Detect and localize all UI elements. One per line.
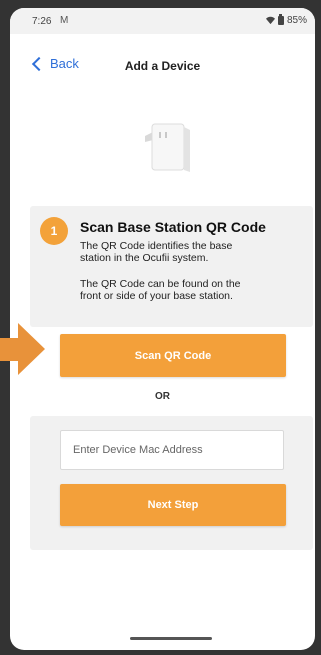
- step-description-line: The QR Code can be found on the: [80, 278, 241, 290]
- or-divider: OR: [155, 391, 170, 402]
- step-number-badge: 1: [40, 217, 68, 245]
- status-bar: 7:26 M 85%: [10, 8, 315, 34]
- step-card: 1 Scan Base Station QR Code The QR Code …: [30, 206, 313, 327]
- phone-screen: 7:26 M 85% Back Add a Device 1 Scan Base…: [10, 8, 315, 650]
- navigation-bar: Back Add a Device: [10, 54, 315, 78]
- status-icons: 85%: [265, 14, 307, 26]
- battery-icon: [277, 14, 284, 25]
- step-description-line: front or side of your base station.: [80, 290, 233, 302]
- arrow-pointer-icon: [0, 323, 45, 375]
- battery-percent: 85%: [286, 15, 307, 26]
- next-step-button[interactable]: Next Step: [60, 484, 286, 526]
- base-station-device-image: [145, 123, 190, 172]
- step-description-line: The QR Code identifies the base: [80, 240, 233, 252]
- mac-address-input[interactable]: [60, 430, 284, 470]
- step-description-line: station in the Ocufii system.: [80, 252, 209, 264]
- scan-qr-code-button[interactable]: Scan QR Code: [60, 334, 286, 377]
- home-indicator[interactable]: [130, 637, 212, 640]
- notification-icon: M: [60, 15, 69, 26]
- page-title: Add a Device: [124, 59, 201, 73]
- status-time: 7:26: [32, 16, 52, 27]
- step-title: Scan Base Station QR Code: [80, 219, 266, 235]
- wifi-icon: [265, 16, 275, 25]
